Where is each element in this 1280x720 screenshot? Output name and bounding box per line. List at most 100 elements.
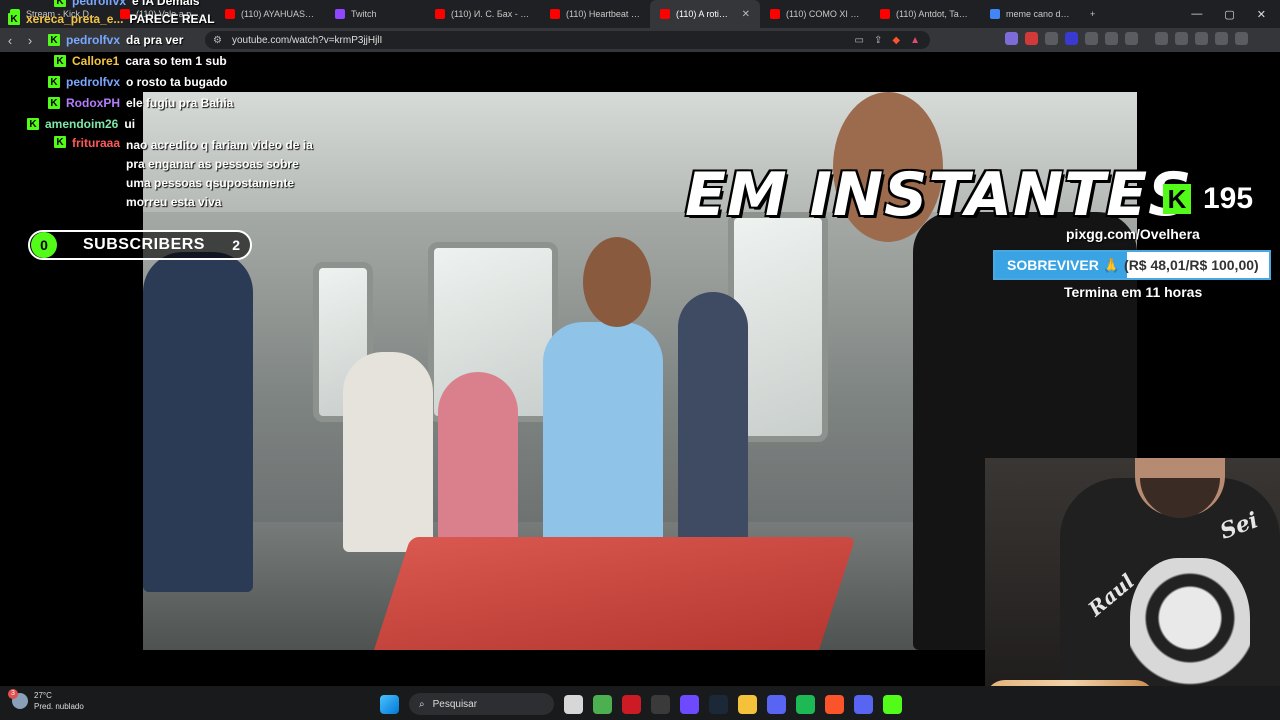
url-text[interactable]: youtube.com/watch?v=krmP3jjHjlI bbox=[232, 35, 382, 46]
weather-badge: 3 bbox=[8, 689, 18, 699]
extension-icon[interactable] bbox=[1065, 32, 1078, 45]
browser-tab[interactable]: meme cano de agua bbox=[980, 0, 1080, 28]
vpn-icon[interactable] bbox=[1215, 32, 1228, 45]
chat-text: ele fugiu pra Bahia bbox=[126, 96, 234, 110]
tab-label: (110) Heartbeat - YouT bbox=[566, 9, 640, 19]
discord-alt-icon[interactable] bbox=[767, 694, 786, 714]
extension-icon[interactable] bbox=[1125, 32, 1138, 45]
donation-goal-name: SOBREVIVER bbox=[1007, 256, 1099, 273]
back-arrow-icon[interactable]: ‹ bbox=[0, 33, 20, 48]
chat-text: nao acredito q fariam video de ia pra en… bbox=[126, 138, 313, 209]
chat-username[interactable]: pedrolfvx bbox=[66, 75, 120, 89]
video-caption: EM INSTANTES bbox=[685, 160, 1193, 230]
chat-username[interactable]: RodoxPH bbox=[66, 96, 120, 110]
explorer-icon[interactable] bbox=[738, 694, 757, 714]
chat-message: Kpedrolfvx o rosto ta bugado bbox=[48, 75, 227, 89]
sidebar-icon[interactable] bbox=[1175, 32, 1188, 45]
tab-label: meme cano de agua bbox=[1006, 9, 1070, 19]
media-icon[interactable] bbox=[1155, 32, 1168, 45]
tab-favicon-icon bbox=[225, 9, 235, 19]
tab-label: (110) Antdot, Tato, soa bbox=[896, 9, 970, 19]
browser-tab[interactable]: Twitch bbox=[325, 0, 425, 28]
extension-icon[interactable] bbox=[1045, 32, 1058, 45]
files-icon[interactable] bbox=[564, 694, 583, 714]
forward-arrow-icon[interactable]: › bbox=[20, 33, 40, 48]
browser-tab[interactable]: (110) A rotina d ✕ bbox=[650, 0, 760, 28]
extensions-puzzle-icon[interactable] bbox=[1105, 32, 1118, 45]
chat-username[interactable]: pedrolfvx bbox=[66, 33, 120, 47]
extension-icons bbox=[1005, 32, 1248, 45]
subscribers-goal: 2 bbox=[232, 237, 240, 253]
omnibox-actions: ▭ ⇪ ◆ ▲ bbox=[855, 35, 930, 46]
new-tab-button[interactable]: + bbox=[1080, 0, 1105, 28]
minimize-button[interactable]: — bbox=[1191, 8, 1202, 21]
screen-cast-icon[interactable]: ▭ bbox=[855, 35, 864, 46]
share-icon[interactable]: ⇪ bbox=[874, 35, 882, 46]
address-bar[interactable]: ⚙ youtube.com/watch?v=krmP3jjHjlI ▭ ⇪ ◆ … bbox=[205, 31, 930, 49]
chat-message: K Callore1 cara so tem 1 sub bbox=[54, 54, 227, 68]
tab-close-icon[interactable]: ✕ bbox=[742, 9, 750, 20]
chat-message: Kpedrolfvx e IA Demais bbox=[54, 0, 200, 8]
webcam-feed: Sei Raul bbox=[985, 458, 1280, 720]
brave-rewards-icon[interactable]: ▲ bbox=[910, 35, 920, 46]
cloud-icon: 3 bbox=[8, 689, 28, 709]
taskbar-search[interactable]: ⌕ Pesquisar bbox=[409, 693, 554, 715]
tab-favicon-icon bbox=[880, 9, 890, 19]
weather-desc: Pred. nublado bbox=[34, 702, 84, 711]
extension-icon[interactable] bbox=[1005, 32, 1018, 45]
kick-badge-icon: K bbox=[54, 136, 66, 148]
chat-username[interactable]: xereca_preta_e... bbox=[26, 12, 123, 26]
site-settings-icon[interactable]: ⚙ bbox=[213, 35, 222, 46]
chat-text: PARECE REAL bbox=[129, 12, 215, 26]
menu-icon[interactable] bbox=[1235, 32, 1248, 45]
brave-icon[interactable] bbox=[825, 694, 844, 714]
chat-username[interactable]: Callore1 bbox=[72, 54, 119, 68]
browser-tab[interactable]: (110) AYAHUASCA - EM bbox=[215, 0, 325, 28]
tab-label: (110) COMO XI JINPIN bbox=[786, 9, 860, 19]
windows-start-icon[interactable] bbox=[380, 694, 399, 714]
chat-message: Kpedrolfvx da pra ver bbox=[48, 33, 183, 47]
browser-tab[interactable]: (110) Antdot, Tato, soa bbox=[870, 0, 980, 28]
kick-badge-icon: K bbox=[8, 13, 20, 25]
tab-favicon-icon bbox=[335, 9, 345, 19]
browser-tab[interactable]: (110) Heartbeat - YouT bbox=[540, 0, 650, 28]
kick-badge-icon: K bbox=[48, 34, 60, 46]
kick-icon[interactable] bbox=[883, 694, 902, 714]
browser-tab[interactable]: (110) COMO XI JINPIN bbox=[760, 0, 870, 28]
tab-favicon-icon bbox=[770, 9, 780, 19]
chat-username[interactable]: amendoim26 bbox=[45, 117, 118, 131]
obs-icon[interactable] bbox=[651, 694, 670, 714]
kick-badge-icon: K bbox=[54, 0, 66, 7]
proton-icon[interactable] bbox=[680, 694, 699, 714]
spotify-icon[interactable] bbox=[796, 694, 815, 714]
chat-username[interactable]: pedrolfvx bbox=[72, 0, 126, 8]
discord-icon[interactable] bbox=[854, 694, 873, 714]
steam-icon[interactable] bbox=[709, 694, 728, 714]
tab-favicon-icon bbox=[435, 9, 445, 19]
tab-label: (110) A rotina d bbox=[676, 9, 732, 19]
chat-text: ui bbox=[124, 117, 136, 131]
brave-shield-icon[interactable]: ◆ bbox=[892, 35, 900, 46]
chat-username[interactable]: frituraaa bbox=[72, 136, 120, 150]
wallet-icon[interactable] bbox=[1195, 32, 1208, 45]
weather-widget[interactable]: 3 27°C Pred. nublado bbox=[8, 689, 84, 712]
donation-goal-bar: SOBREVIVER 🙏 (R$ 48,01/R$ 100,00) bbox=[993, 250, 1271, 280]
opera-icon[interactable] bbox=[622, 694, 641, 714]
browser-tab[interactable]: (110) И. С. Бах - Токка bbox=[425, 0, 540, 28]
close-window-button[interactable]: ✕ bbox=[1257, 8, 1266, 21]
subscribers-goal-widget: 0 SUBSCRIBERS 2 bbox=[28, 230, 252, 260]
passenger-seated bbox=[438, 372, 518, 562]
chat-text: e IA Demais bbox=[132, 0, 200, 8]
window-controls: — ▢ ✕ bbox=[1191, 8, 1280, 21]
chrome-icon[interactable] bbox=[593, 694, 612, 714]
extension-icon[interactable] bbox=[1085, 32, 1098, 45]
maximize-button[interactable]: ▢ bbox=[1224, 8, 1234, 21]
extension-icon[interactable] bbox=[1025, 32, 1038, 45]
tab-label: Twitch bbox=[351, 9, 377, 19]
tab-favicon-icon bbox=[990, 9, 1000, 19]
windows-taskbar: 3 27°C Pred. nublado ⌕ Pesquisar bbox=[0, 686, 1280, 720]
tab-favicon-icon bbox=[550, 9, 560, 19]
kick-badge-icon: K bbox=[27, 118, 39, 130]
chat-message: Kfrituraaa nao acredito q fariam video de… bbox=[54, 136, 316, 212]
passenger-standing bbox=[678, 292, 748, 562]
